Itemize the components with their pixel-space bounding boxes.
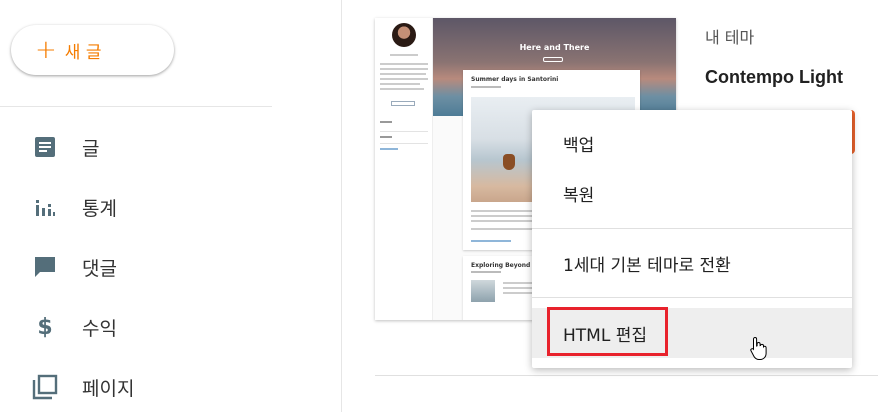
earnings-icon: $ xyxy=(37,314,53,340)
hand-cursor-icon xyxy=(750,336,768,364)
comments-icon xyxy=(30,252,60,282)
menu-divider xyxy=(532,228,852,229)
menu-item-revert-classic[interactable]: 1세대 기본 테마로 전환 xyxy=(532,238,852,288)
menu-divider xyxy=(532,297,852,298)
sidebar-item-label: 통계 xyxy=(82,197,117,220)
sidebar-item-stats[interactable]: 통계 xyxy=(30,187,330,227)
posts-icon xyxy=(30,132,60,162)
new-post-button[interactable]: + 새 글 xyxy=(11,25,174,75)
sidebar-item-comments[interactable]: 댓글 xyxy=(30,247,330,287)
sidebar-item-earnings[interactable]: $ 수익 xyxy=(30,307,330,347)
plus-icon: + xyxy=(35,35,57,65)
sidebar-item-label: 글 xyxy=(82,137,100,160)
stats-icon xyxy=(30,192,60,222)
sidebar-item-pages[interactable]: 페이지 xyxy=(30,367,330,407)
my-theme-label: 내 테마 xyxy=(705,28,755,47)
divider xyxy=(375,375,878,376)
theme-name: Contempo Light xyxy=(705,67,843,87)
preview-sidebar xyxy=(375,18,433,320)
menu-item-restore[interactable]: 복원 xyxy=(532,168,852,218)
preview-blog-title: Here and There xyxy=(519,43,590,52)
preview-post-title: Summer days in Santorini xyxy=(471,76,559,83)
sidebar-item-label: 수익 xyxy=(82,317,117,340)
highlight-box xyxy=(547,307,668,356)
preview-avatar xyxy=(392,23,416,47)
sidebar: + 새 글 글 통계 댓글 $ 수익 페이지 xyxy=(0,0,342,412)
pages-icon xyxy=(30,372,60,402)
menu-item-backup[interactable]: 백업 xyxy=(532,118,852,168)
new-post-label: 새 글 xyxy=(64,42,102,63)
sidebar-item-label: 댓글 xyxy=(82,257,117,280)
sidebar-item-posts[interactable]: 글 xyxy=(30,127,330,167)
sidebar-divider xyxy=(0,106,272,107)
sidebar-item-label: 페이지 xyxy=(82,377,135,400)
